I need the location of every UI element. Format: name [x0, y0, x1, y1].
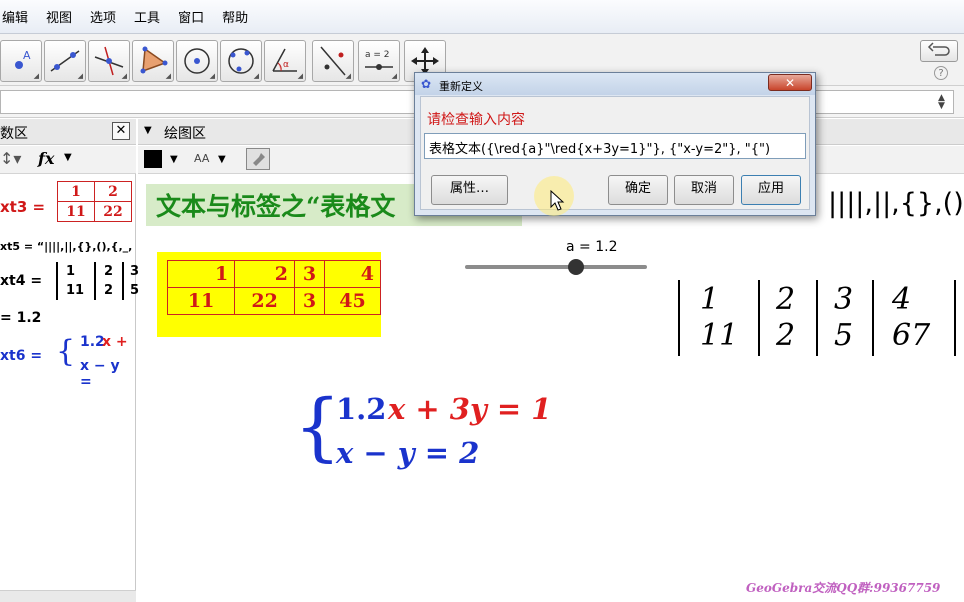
cancel-button[interactable]: 取消	[674, 175, 734, 205]
brace-icon: {	[294, 384, 342, 470]
redefine-input[interactable]: 表格文本({\red{a}"\red{x+3y=1}"}, {"x-y=2"},…	[424, 133, 806, 159]
menu-tools[interactable]: 工具	[132, 7, 162, 26]
yellow-table-box[interactable]: 1 2 3 4 11 22 3 45	[157, 252, 382, 337]
text3-label[interactable]: xt3 =	[0, 198, 45, 216]
sort-icon[interactable]: ↕▾	[0, 149, 21, 168]
equation-system[interactable]: { 1.2 x + 3y = 1 x − y = 2	[294, 384, 594, 478]
perpendicular-line-icon	[94, 46, 124, 76]
chevron-down-icon[interactable]: ▼	[218, 154, 226, 165]
svg-text:a = 2: a = 2	[365, 50, 390, 60]
mouse-cursor-icon	[550, 190, 565, 211]
color-swatch-icon[interactable]	[144, 150, 162, 168]
dialog-title: 重新定义	[439, 80, 483, 93]
slider-tool-button[interactable]: a = 2 ◢	[358, 40, 400, 82]
title-text: 文本与标签之“表格文	[156, 192, 396, 221]
point-tool-button[interactable]: A ◢	[0, 40, 42, 82]
algebra-view: xt3 = 12 11 22 xt5 = “||||,||,{},(),{,_, …	[0, 174, 139, 594]
perpendicular-tool-button[interactable]: ◢	[88, 40, 130, 82]
menu-window[interactable]: 窗口	[176, 7, 206, 26]
menu-bar: 编辑 视图 选项 工具 窗口 帮助	[0, 0, 964, 34]
text4-table[interactable]: 1 11 2 2 3 5	[56, 262, 139, 302]
text5-row[interactable]: xt5 = “||||,||,{},(),{,_,	[0, 240, 132, 253]
font-size-button[interactable]: AA	[194, 152, 209, 165]
svg-text:A: A	[23, 49, 31, 62]
watermark-text: GeoGebra交流QQ群:99367759	[746, 581, 941, 595]
geogebra-logo-icon: ✿	[421, 77, 432, 91]
circle-tool-button[interactable]: ◢	[176, 40, 218, 82]
algebra-scrollbar[interactable]	[0, 590, 136, 602]
line-tool-button[interactable]: ◢	[44, 40, 86, 82]
text6-label[interactable]: xt6 =	[0, 348, 42, 364]
apply-button[interactable]: 应用	[741, 175, 801, 205]
brace-icon: {	[56, 334, 76, 369]
polygon-icon	[140, 46, 168, 74]
input-history-spinner[interactable]: ▲ ▼	[938, 94, 945, 111]
dialog-body: 请检查输入内容 表格文本({\red{a}"\red{x+3y=1}"}, {"…	[420, 96, 810, 210]
text6-line2: x − y =	[80, 358, 120, 390]
yellow-table: 1 2 3 4 11 22 3 45	[166, 260, 382, 315]
graphics-title: 绘图区	[164, 126, 206, 142]
collapse-icon[interactable]: ▼	[144, 125, 152, 136]
close-icon[interactable]: ✕	[112, 122, 130, 140]
reflect-tool-button[interactable]: ◢	[312, 40, 354, 82]
slider-knob[interactable]	[568, 259, 585, 275]
text6-line1-rest: x +	[102, 334, 128, 350]
point-icon: A	[15, 49, 31, 69]
menu-options[interactable]: 选项	[88, 7, 118, 26]
properties-button[interactable]: 属性…	[431, 175, 508, 205]
slider-icon: a = 2	[365, 50, 393, 70]
text3-table[interactable]: 12 11 22	[57, 181, 132, 222]
reflect-icon	[320, 46, 346, 76]
slider-label: a = 1.2	[566, 239, 618, 255]
polygon-tool-button[interactable]: ◢	[132, 40, 174, 82]
chevron-down-icon[interactable]: ▼	[170, 154, 178, 165]
slider-track[interactable]	[465, 265, 647, 269]
menu-view[interactable]: 视图	[44, 7, 74, 26]
pin-icon[interactable]	[246, 148, 270, 170]
help-icon[interactable]: ?	[934, 66, 948, 80]
circle-three-points-icon	[228, 48, 254, 74]
undo-icon	[927, 42, 950, 56]
menu-edit[interactable]: 编辑	[0, 7, 30, 26]
ok-button[interactable]: 确定	[608, 175, 668, 205]
dialog-titlebar[interactable]: ✿ 重新定义	[415, 73, 815, 95]
eq1-coef: 1.2	[336, 392, 387, 426]
angle-icon: α	[272, 48, 297, 72]
angle-tool-button[interactable]: α ◢	[264, 40, 306, 82]
line-icon	[50, 50, 80, 72]
delimiters-text[interactable]: ||||,||,{},(),{	[828, 188, 964, 219]
slider-a-row[interactable]: = 1.2	[0, 310, 41, 326]
text4-label[interactable]: xt4 =	[0, 273, 42, 289]
circle-3pts-tool-button[interactable]: ◢	[220, 40, 262, 82]
eq1-rest: x + 3y = 1	[388, 392, 552, 426]
close-icon[interactable]: ✕	[768, 74, 812, 91]
algebra-style-bar: ↕▾ fx ▼	[0, 146, 136, 174]
circle-center-point-icon	[184, 48, 210, 74]
dialog-prompt: 请检查输入内容	[427, 112, 525, 128]
fx-icon[interactable]: fx	[38, 149, 54, 168]
eq2: x − y = 2	[336, 436, 480, 470]
menu-help[interactable]: 帮助	[220, 7, 250, 26]
svg-text:α: α	[283, 60, 289, 70]
algebra-title: 数区	[0, 126, 28, 142]
chevron-down-icon[interactable]: ▼	[64, 152, 72, 163]
undo-button[interactable]	[920, 40, 958, 62]
bar-table[interactable]: 1 11 2 2 3 5 4 67	[676, 280, 964, 356]
